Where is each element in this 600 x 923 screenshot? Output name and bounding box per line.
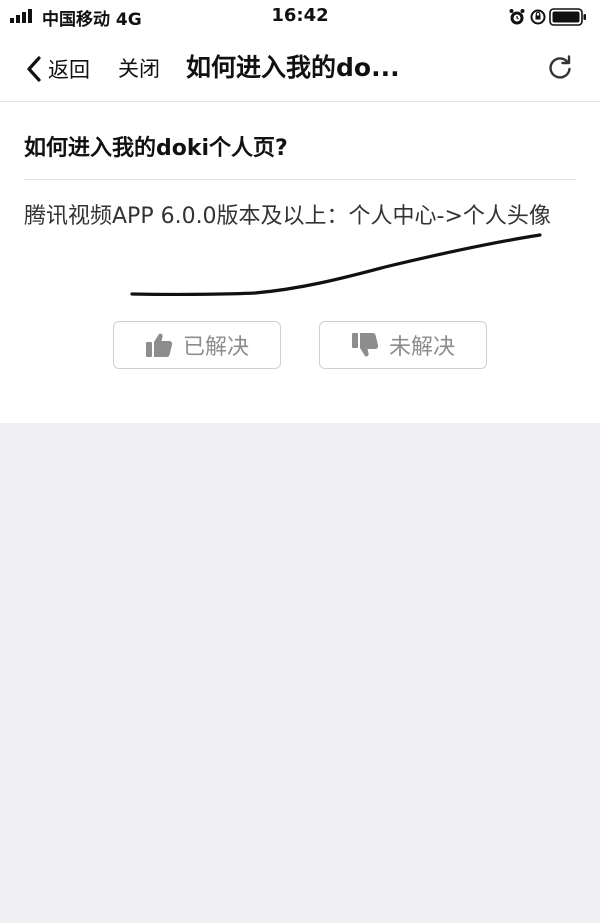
- question-title: 如何进入我的doki个人页?: [24, 136, 288, 161]
- back-label: 返回: [48, 58, 90, 82]
- faq-panel: 如何进入我的doki个人页? 腾讯视频APP 6.0.0版本及以上：个人中心->…: [0, 102, 600, 423]
- alarm-icon: [509, 9, 525, 25]
- resolved-button[interactable]: 已解决: [113, 321, 281, 369]
- feedback-row: 已解决 未解决: [0, 321, 600, 370]
- back-button[interactable]: 返回: [26, 54, 90, 84]
- thumbs-down-icon: [351, 333, 379, 357]
- status-bar: 中国移动 4G 16:42: [0, 0, 600, 34]
- battery-icon: [549, 8, 586, 26]
- unresolved-label: 未解决: [388, 335, 455, 360]
- handwritten-underline-mark: [130, 233, 542, 297]
- page-title: 如何进入我的do...: [186, 53, 400, 82]
- answer-text: 腾讯视频APP 6.0.0版本及以上：个人中心->个人头像: [24, 204, 551, 229]
- resolved-label: 已解决: [182, 335, 249, 360]
- status-icons: [509, 8, 586, 26]
- refresh-icon[interactable]: [546, 54, 574, 82]
- empty-page-area: [0, 423, 600, 923]
- navigation-bar: 返回 关闭 如何进入我的do...: [0, 34, 600, 102]
- thumbs-up-icon: [145, 333, 173, 357]
- divider: [24, 179, 576, 180]
- unresolved-button[interactable]: 未解决: [319, 321, 487, 369]
- chevron-left-icon: [27, 56, 41, 82]
- close-button[interactable]: 关闭: [118, 54, 160, 84]
- orientation-lock-icon: [530, 9, 546, 25]
